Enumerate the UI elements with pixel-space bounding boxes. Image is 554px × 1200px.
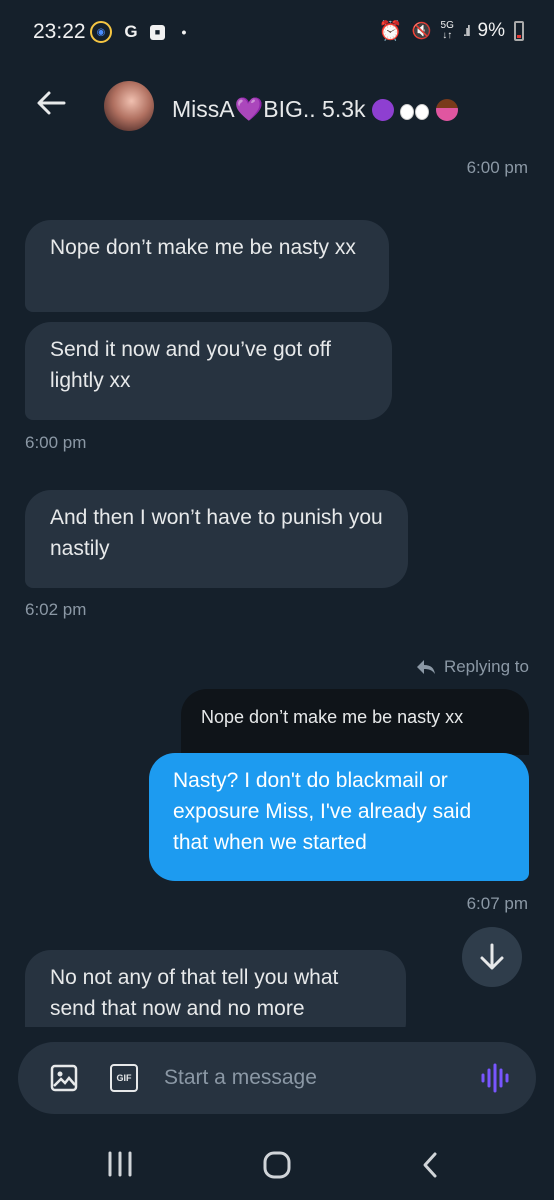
- smiling-imp-emoji-icon: [371, 99, 394, 121]
- received-message[interactable]: Send it now and you’ve got off lightly x…: [25, 322, 392, 420]
- system-navigation-bar: [0, 1120, 554, 1200]
- network-icon: 5G ↓↑: [440, 20, 454, 41]
- message-text: And then I won’t have to punish you nast…: [50, 506, 383, 560]
- message-text: Send it now and you’ve got off lightly x…: [50, 338, 331, 392]
- home-icon[interactable]: [262, 1150, 292, 1180]
- recent-apps-icon[interactable]: [106, 1151, 134, 1177]
- sent-message[interactable]: Nasty? I don't do blackmail or exposure …: [149, 753, 529, 881]
- conversation-header: MissA💜BIG.. 5.3k: [0, 64, 554, 150]
- image-icon[interactable]: [50, 1064, 78, 1092]
- network-label: 5G: [440, 20, 454, 31]
- woman-shrugging-emoji-icon: [435, 99, 458, 121]
- eyes-emoji-icon: [400, 99, 430, 126]
- notification-icons: ◉ G ■ •: [90, 21, 193, 43]
- arrow-down-icon: [480, 943, 504, 970]
- battery-icon: [514, 21, 524, 41]
- dot-icon: •: [181, 24, 187, 40]
- quoted-message[interactable]: Nope don’t make me be nasty xx: [181, 689, 529, 755]
- system-icons: ⏰ 🔇 5G ↓↑ .ıl 9%: [379, 19, 524, 43]
- battery-percent: 9%: [477, 20, 505, 41]
- timestamp: 6:00 pm: [25, 433, 87, 452]
- back-nav-icon[interactable]: [420, 1150, 440, 1180]
- location-icon: ◉: [90, 21, 112, 43]
- scroll-to-bottom-button[interactable]: [462, 927, 522, 987]
- timestamp: 6:02 pm: [25, 600, 87, 619]
- google-icon: G: [124, 22, 138, 41]
- quoted-text: Nope don’t make me be nasty xx: [201, 707, 464, 727]
- message-text: Nasty? I don't do blackmail or exposure …: [173, 769, 472, 854]
- mute-icon: 🔇: [411, 23, 432, 40]
- received-message[interactable]: Nope don’t make me be nasty xx: [25, 220, 389, 312]
- back-arrow-icon[interactable]: [34, 86, 68, 120]
- status-time: 23:22: [33, 20, 86, 43]
- voice-message-icon[interactable]: [480, 1062, 510, 1094]
- received-message[interactable]: And then I won’t have to punish you nast…: [25, 490, 408, 588]
- contact-avatar[interactable]: [104, 81, 154, 131]
- gif-label: GIF: [116, 1073, 132, 1083]
- alarm-icon: ⏰: [378, 21, 403, 42]
- gif-button[interactable]: GIF: [110, 1064, 138, 1092]
- message-text: No not any of that tell you what send th…: [50, 966, 339, 1020]
- replying-label: Replying to: [443, 657, 529, 676]
- contact-name-text: MissA💜BIG.. 5.3k: [172, 96, 366, 122]
- replying-indicator: Replying to: [416, 657, 529, 677]
- app-icon: ■: [150, 24, 165, 40]
- signal-icon: .ıl: [462, 22, 471, 40]
- timestamp: 6:07 pm: [466, 894, 528, 913]
- status-bar: 23:22 ◉ G ■ • ⏰ 🔇 5G ↓↑ .ıl 9%: [0, 0, 554, 64]
- message-list[interactable]: 6:00 pm Nope don’t make me be nasty xx S…: [0, 150, 554, 1027]
- timestamp: 6:00 pm: [466, 158, 528, 177]
- reply-icon: [416, 660, 435, 674]
- message-composer: GIF Start a message: [18, 1042, 536, 1114]
- message-input[interactable]: Start a message: [164, 1066, 317, 1090]
- contact-name[interactable]: MissA💜BIG.. 5.3k: [172, 96, 458, 126]
- received-message[interactable]: No not any of that tell you what send th…: [25, 950, 406, 1027]
- message-text: Nope don’t make me be nasty xx: [50, 236, 356, 259]
